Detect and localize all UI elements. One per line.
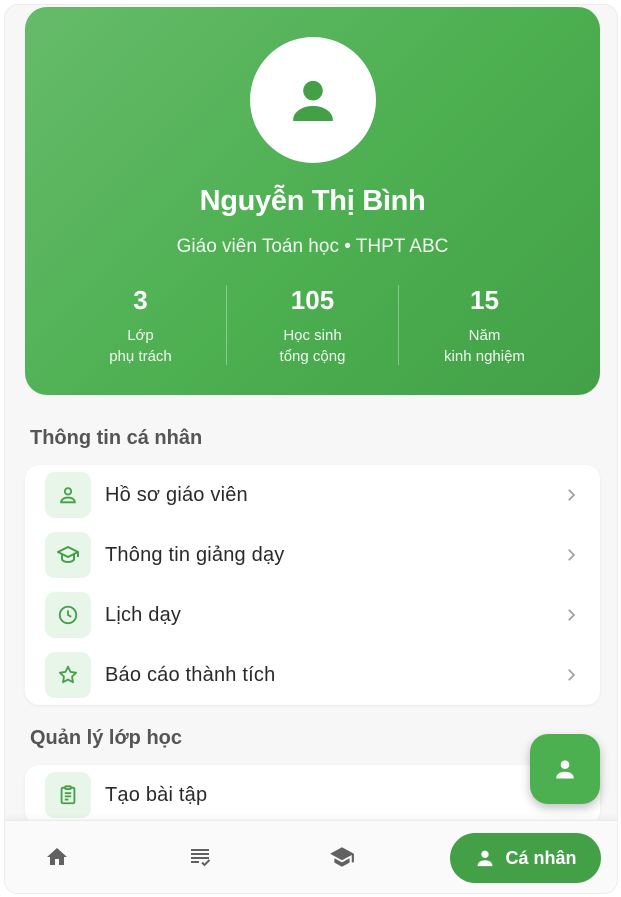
menu-item-schedule[interactable]: Lịch dạy (25, 585, 600, 645)
stat-value: 3 (133, 285, 148, 315)
chevron-right-icon (568, 669, 576, 681)
stat-label: Năm kinh nghiệm (444, 325, 525, 367)
menu-icon-box (45, 592, 91, 638)
nav-profile-active[interactable]: Cá nhân (450, 833, 601, 883)
school-outline-icon (57, 546, 79, 563)
stat-label: Lớp phụ trách (109, 325, 172, 367)
nav-home[interactable] (43, 843, 71, 871)
stat-classes: 3 Lớp phụ trách (55, 285, 226, 365)
person-outline-icon (60, 487, 76, 504)
clock-icon (58, 605, 78, 625)
home-icon (47, 848, 67, 865)
section-title-class: Quản lý lớp học (30, 727, 183, 749)
profile-subtitle: Giáo viên Toán học • THPT ABC (176, 236, 449, 257)
school-icon (330, 847, 354, 867)
list-check-icon (191, 849, 211, 867)
menu-label: Báo cáo thành tích (105, 663, 276, 686)
menu-item-create-assignment[interactable]: Tạo bài tập (25, 765, 600, 825)
fab-profile-button[interactable] (530, 734, 600, 804)
stat-students: 105 Học sinh tổng cộng (226, 285, 398, 365)
assignment-icon (60, 785, 76, 805)
chevron-right-icon (568, 549, 576, 561)
nav-classes[interactable] (328, 843, 356, 871)
stat-label-line2: tổng cộng (279, 348, 346, 365)
menu-icon-box (45, 472, 91, 518)
stat-label-line2: kinh nghiệm (444, 348, 525, 365)
profile-name: Nguyễn Thị Bình (199, 185, 426, 217)
menu-icon-box (45, 772, 91, 818)
menu-label: Tạo bài tập (105, 783, 208, 806)
person-icon (556, 760, 574, 779)
avatar[interactable] (250, 37, 376, 163)
menu-label: Hồ sơ giáo viên (105, 483, 248, 506)
stat-label-line2: phụ trách (109, 348, 172, 365)
person-icon (293, 80, 333, 121)
menu-label: Thông tin giảng dạy (105, 543, 285, 566)
nav-assignments[interactable] (186, 843, 214, 871)
menu-label: Lịch dạy (105, 603, 182, 626)
stat-value: 15 (470, 285, 499, 315)
nav-profile-label: Cá nhân (505, 847, 577, 868)
class-menu: Tạo bài tập (25, 765, 600, 825)
stat-label-line1: Học sinh (283, 327, 342, 344)
person-icon (478, 850, 493, 867)
screen: Nguyễn Thị Bình Giáo viên Toán học • THP… (4, 4, 618, 894)
menu-icon-box (45, 532, 91, 578)
stats-row: 3 Lớp phụ trách 105 Học sinh tổng cộng 1… (55, 285, 570, 365)
bottom-nav: Cá nhân (5, 820, 617, 893)
section-title-personal: Thông tin cá nhân (30, 427, 203, 449)
stat-experience: 15 Năm kinh nghiệm (398, 285, 570, 365)
stat-label-line1: Năm (468, 327, 501, 344)
stat-value: 105 (290, 285, 335, 315)
profile-card: Nguyễn Thị Bình Giáo viên Toán học • THP… (25, 7, 600, 395)
chevron-right-icon (568, 609, 576, 621)
stat-label-line1: Lớp (127, 327, 154, 344)
menu-item-teaching-info[interactable]: Thông tin giảng dạy (25, 525, 600, 585)
star-outline-icon (59, 665, 77, 684)
personal-menu: Hồ sơ giáo viên Thông tin giảng dạy Lịch… (25, 465, 600, 705)
stat-label: Học sinh tổng cộng (280, 325, 346, 367)
menu-item-achievements[interactable]: Báo cáo thành tích (25, 645, 600, 705)
menu-icon-box (45, 652, 91, 698)
menu-item-teacher-profile[interactable]: Hồ sơ giáo viên (25, 465, 600, 525)
chevron-right-icon (568, 489, 576, 501)
